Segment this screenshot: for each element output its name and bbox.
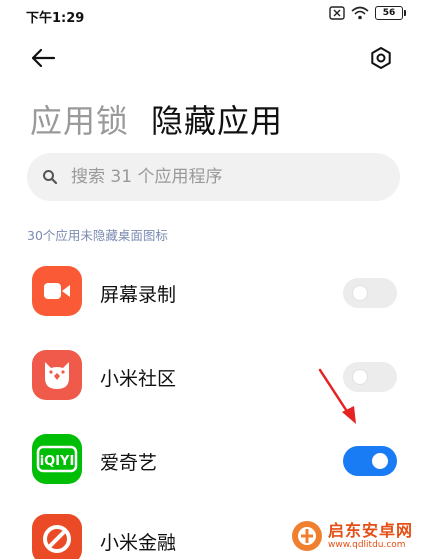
- list-item: iQIYI 爱奇艺: [0, 426, 425, 490]
- watermark-url: www.qdlitdu.com: [328, 539, 406, 550]
- app-name: 爱奇艺: [100, 452, 158, 474]
- hide-toggle[interactable]: [343, 446, 397, 476]
- back-arrow-icon: [30, 48, 56, 72]
- app-name: 小米金融: [100, 532, 177, 554]
- app-name: 屏幕录制: [100, 284, 177, 306]
- status-time: 下午1:29: [26, 11, 85, 26]
- battery-level: 56: [382, 7, 396, 18]
- gear-icon: [369, 46, 393, 74]
- notification-x-icon: [329, 6, 345, 20]
- back-button[interactable]: [30, 46, 60, 74]
- search-box[interactable]: [27, 153, 400, 201]
- watermark-title: 启东安卓网: [328, 520, 414, 540]
- watermark: 启东安卓网 www.qdlitdu.com: [290, 519, 413, 553]
- search-icon: [41, 168, 59, 186]
- tab-app-lock[interactable]: 应用锁: [30, 96, 129, 142]
- screen-record-icon: [32, 266, 82, 316]
- search-input[interactable]: [71, 167, 371, 187]
- tab-hidden-apps[interactable]: 隐藏应用: [151, 96, 283, 142]
- hide-toggle[interactable]: [343, 278, 397, 308]
- watermark-text: 启东安卓网 www.qdlitdu.com: [328, 520, 414, 550]
- list-item: 屏幕录制: [0, 258, 425, 322]
- svg-text:iQIYI: iQIYI: [40, 454, 75, 469]
- mi-community-icon: [32, 350, 82, 400]
- status-bar: 下午1:29 56: [0, 0, 425, 30]
- title-tabs: 应用锁 隐藏应用: [30, 96, 283, 142]
- app-name: 小米社区: [100, 368, 177, 390]
- status-icons: 56: [329, 6, 406, 20]
- toolbar: [0, 38, 425, 82]
- iqiyi-icon: iQIYI: [32, 434, 82, 484]
- mi-finance-icon: [32, 514, 82, 559]
- watermark-logo-icon: [292, 521, 322, 551]
- toggle-knob: [372, 453, 388, 469]
- annotation-arrow-icon: [318, 368, 356, 424]
- wifi-icon: [351, 6, 369, 20]
- toggle-knob: [352, 285, 368, 301]
- battery-icon: 56: [375, 6, 406, 20]
- section-label: 30个应用未隐藏桌面图标: [27, 228, 168, 243]
- settings-button[interactable]: [367, 46, 395, 74]
